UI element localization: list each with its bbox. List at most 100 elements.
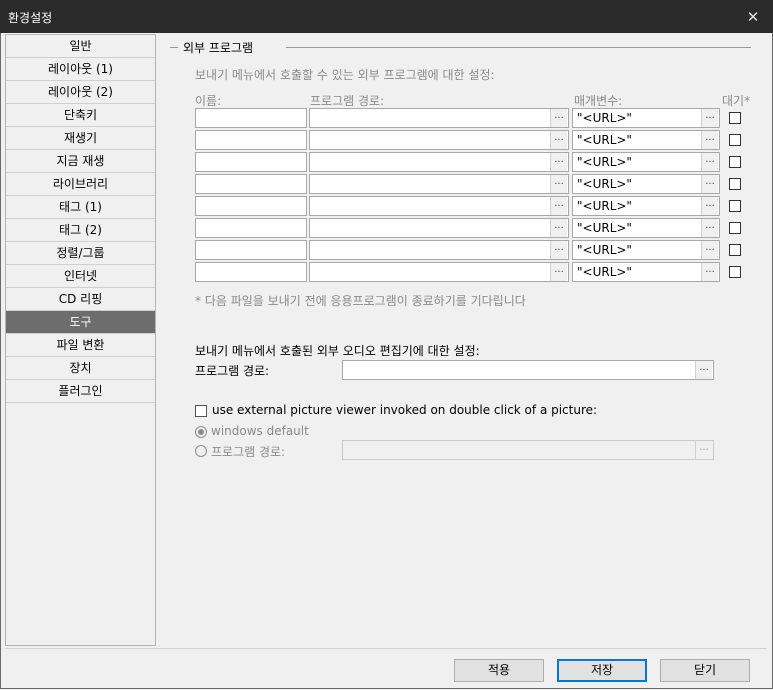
save-button[interactable]: 저장 xyxy=(557,659,647,682)
program-wait-checkbox[interactable] xyxy=(729,266,741,278)
program-path-input[interactable]: ... xyxy=(309,174,569,194)
program-param-input[interactable]: "<URL>" ... xyxy=(572,218,720,238)
program-path-input[interactable]: ... xyxy=(309,152,569,172)
program-param-browse-button[interactable]: ... xyxy=(701,197,718,215)
column-header-path: 프로그램 경로: xyxy=(310,94,385,108)
picture-viewer-checkbox[interactable] xyxy=(195,405,207,417)
program-path-input[interactable]: ... xyxy=(309,108,569,128)
sidebar-item[interactable]: 정렬/그룹 xyxy=(6,242,155,265)
program-param-browse-button[interactable]: ... xyxy=(701,241,718,259)
program-wait-checkbox[interactable] xyxy=(729,112,741,124)
apply-button[interactable]: 적용 xyxy=(454,659,544,682)
program-wait-checkbox[interactable] xyxy=(729,178,741,190)
sidebar-item[interactable]: CD 리핑 xyxy=(6,288,155,311)
program-wait-checkbox[interactable] xyxy=(729,222,741,234)
program-path-browse-button[interactable]: ... xyxy=(550,263,567,281)
viewer-path-input[interactable]: ... xyxy=(342,440,714,460)
audio-editor-description: 보내기 메뉴에서 호출된 외부 오디오 편집기에 대한 설정: xyxy=(195,344,480,358)
column-header-param: 매개변수: xyxy=(574,94,623,108)
bottom-divider xyxy=(5,648,767,649)
section-divider xyxy=(286,47,751,48)
sidebar-item[interactable]: 파일 변환 xyxy=(6,334,155,357)
sidebar-item[interactable]: 인터넷 xyxy=(6,265,155,288)
program-wait-checkbox[interactable] xyxy=(729,200,741,212)
sidebar-item[interactable]: 플러그인 xyxy=(6,380,155,403)
program-path-input[interactable]: ... xyxy=(309,196,569,216)
sidebar-item[interactable]: 지금 재생 xyxy=(6,150,155,173)
program-param-input[interactable]: "<URL>" ... xyxy=(572,196,720,216)
program-param-value: "<URL>" xyxy=(577,199,632,213)
viewer-path-browse-button[interactable]: ... xyxy=(695,441,712,459)
program-path-input[interactable]: ... xyxy=(309,218,569,238)
sidebar-item[interactable]: 레이아웃 (1) xyxy=(6,58,155,81)
program-param-value: "<URL>" xyxy=(577,111,632,125)
viewer-path-label[interactable]: 프로그램 경로: xyxy=(211,443,285,460)
column-header-name: 이름: xyxy=(195,94,222,108)
program-path-browse-button[interactable]: ... xyxy=(550,197,567,215)
window-title: 환경설정 xyxy=(8,11,53,25)
program-path-input[interactable]: ... xyxy=(309,130,569,150)
sidebar-item[interactable]: 장치 xyxy=(6,357,155,380)
audio-editor-browse-button[interactable]: ... xyxy=(695,361,712,379)
program-param-value: "<URL>" xyxy=(577,133,632,147)
program-wait-checkbox[interactable] xyxy=(729,244,741,256)
program-param-input[interactable]: "<URL>" ... xyxy=(572,262,720,282)
program-path-browse-button[interactable]: ... xyxy=(550,153,567,171)
close-button[interactable]: 닫기 xyxy=(660,659,750,682)
external-programs-description: 보내기 메뉴에서 호출할 수 있는 외부 프로그램에 대한 설정: xyxy=(195,68,495,82)
program-name-input[interactable] xyxy=(195,130,307,150)
program-path-browse-button[interactable]: ... xyxy=(550,131,567,149)
viewer-path-radio[interactable] xyxy=(195,445,207,457)
windows-default-radio[interactable] xyxy=(195,426,207,438)
program-param-value: "<URL>" xyxy=(577,265,632,279)
program-name-input[interactable] xyxy=(195,174,307,194)
sidebar-item[interactable]: 일반 xyxy=(6,35,155,58)
program-wait-checkbox[interactable] xyxy=(729,134,741,146)
program-path-input[interactable]: ... xyxy=(309,240,569,260)
program-param-browse-button[interactable]: ... xyxy=(701,219,718,237)
settings-sidebar: 일반 레이아웃 (1) 레이아웃 (2) 단축키 재생기 지금 재생 라이브러리 태그 (1)… xyxy=(5,34,156,646)
program-param-input[interactable]: "<URL>" ... xyxy=(572,174,720,194)
column-header-wait: 대기* xyxy=(722,94,751,108)
program-param-browse-button[interactable]: ... xyxy=(701,263,718,281)
program-name-input[interactable] xyxy=(195,218,307,238)
sidebar-item[interactable]: 태그 (1) xyxy=(6,196,155,219)
program-param-browse-button[interactable]: ... xyxy=(701,153,718,171)
program-param-browse-button[interactable]: ... xyxy=(701,175,718,193)
program-param-input[interactable]: "<URL>" ... xyxy=(572,152,720,172)
program-path-browse-button[interactable]: ... xyxy=(550,219,567,237)
program-param-value: "<URL>" xyxy=(577,155,632,169)
sidebar-item[interactable]: 단축키 xyxy=(6,104,155,127)
program-name-input[interactable] xyxy=(195,108,307,128)
program-param-input[interactable]: "<URL>" ... xyxy=(572,108,720,128)
program-param-value: "<URL>" xyxy=(577,221,632,235)
title-bar: 환경설정 ✕ xyxy=(0,0,773,33)
program-param-value: "<URL>" xyxy=(577,243,632,257)
program-path-browse-button[interactable]: ... xyxy=(550,175,567,193)
sidebar-item[interactable]: 태그 (2) xyxy=(6,219,155,242)
windows-default-label[interactable]: windows default xyxy=(211,424,309,438)
program-param-input[interactable]: "<URL>" ... xyxy=(572,240,720,260)
sidebar-item[interactable]: 레이아웃 (2) xyxy=(6,81,155,104)
sidebar-item[interactable]: 도구 xyxy=(6,311,155,334)
picture-viewer-checkbox-label[interactable]: use external picture viewer invoked on d… xyxy=(212,403,597,417)
wait-footnote: * 다음 파일을 보내기 전에 응용프로그램이 종료하기를 기다립니다 xyxy=(195,294,526,308)
program-param-input[interactable]: "<URL>" ... xyxy=(572,130,720,150)
sidebar-item[interactable]: 라이브러리 xyxy=(6,173,155,196)
program-name-input[interactable] xyxy=(195,240,307,260)
program-name-input[interactable] xyxy=(195,196,307,216)
section-divider xyxy=(170,47,178,48)
audio-editor-path-label: 프로그램 경로: xyxy=(195,364,270,378)
close-icon[interactable]: ✕ xyxy=(733,0,773,33)
program-param-browse-button[interactable]: ... xyxy=(701,109,718,127)
program-path-input[interactable]: ... xyxy=(309,262,569,282)
program-param-browse-button[interactable]: ... xyxy=(701,131,718,149)
sidebar-item[interactable]: 재생기 xyxy=(6,127,155,150)
program-name-input[interactable] xyxy=(195,262,307,282)
program-wait-checkbox[interactable] xyxy=(729,156,741,168)
program-path-browse-button[interactable]: ... xyxy=(550,109,567,127)
program-path-browse-button[interactable]: ... xyxy=(550,241,567,259)
program-name-input[interactable] xyxy=(195,152,307,172)
external-programs-title: 외부 프로그램 xyxy=(183,41,254,55)
audio-editor-path-input[interactable]: ... xyxy=(342,360,714,380)
